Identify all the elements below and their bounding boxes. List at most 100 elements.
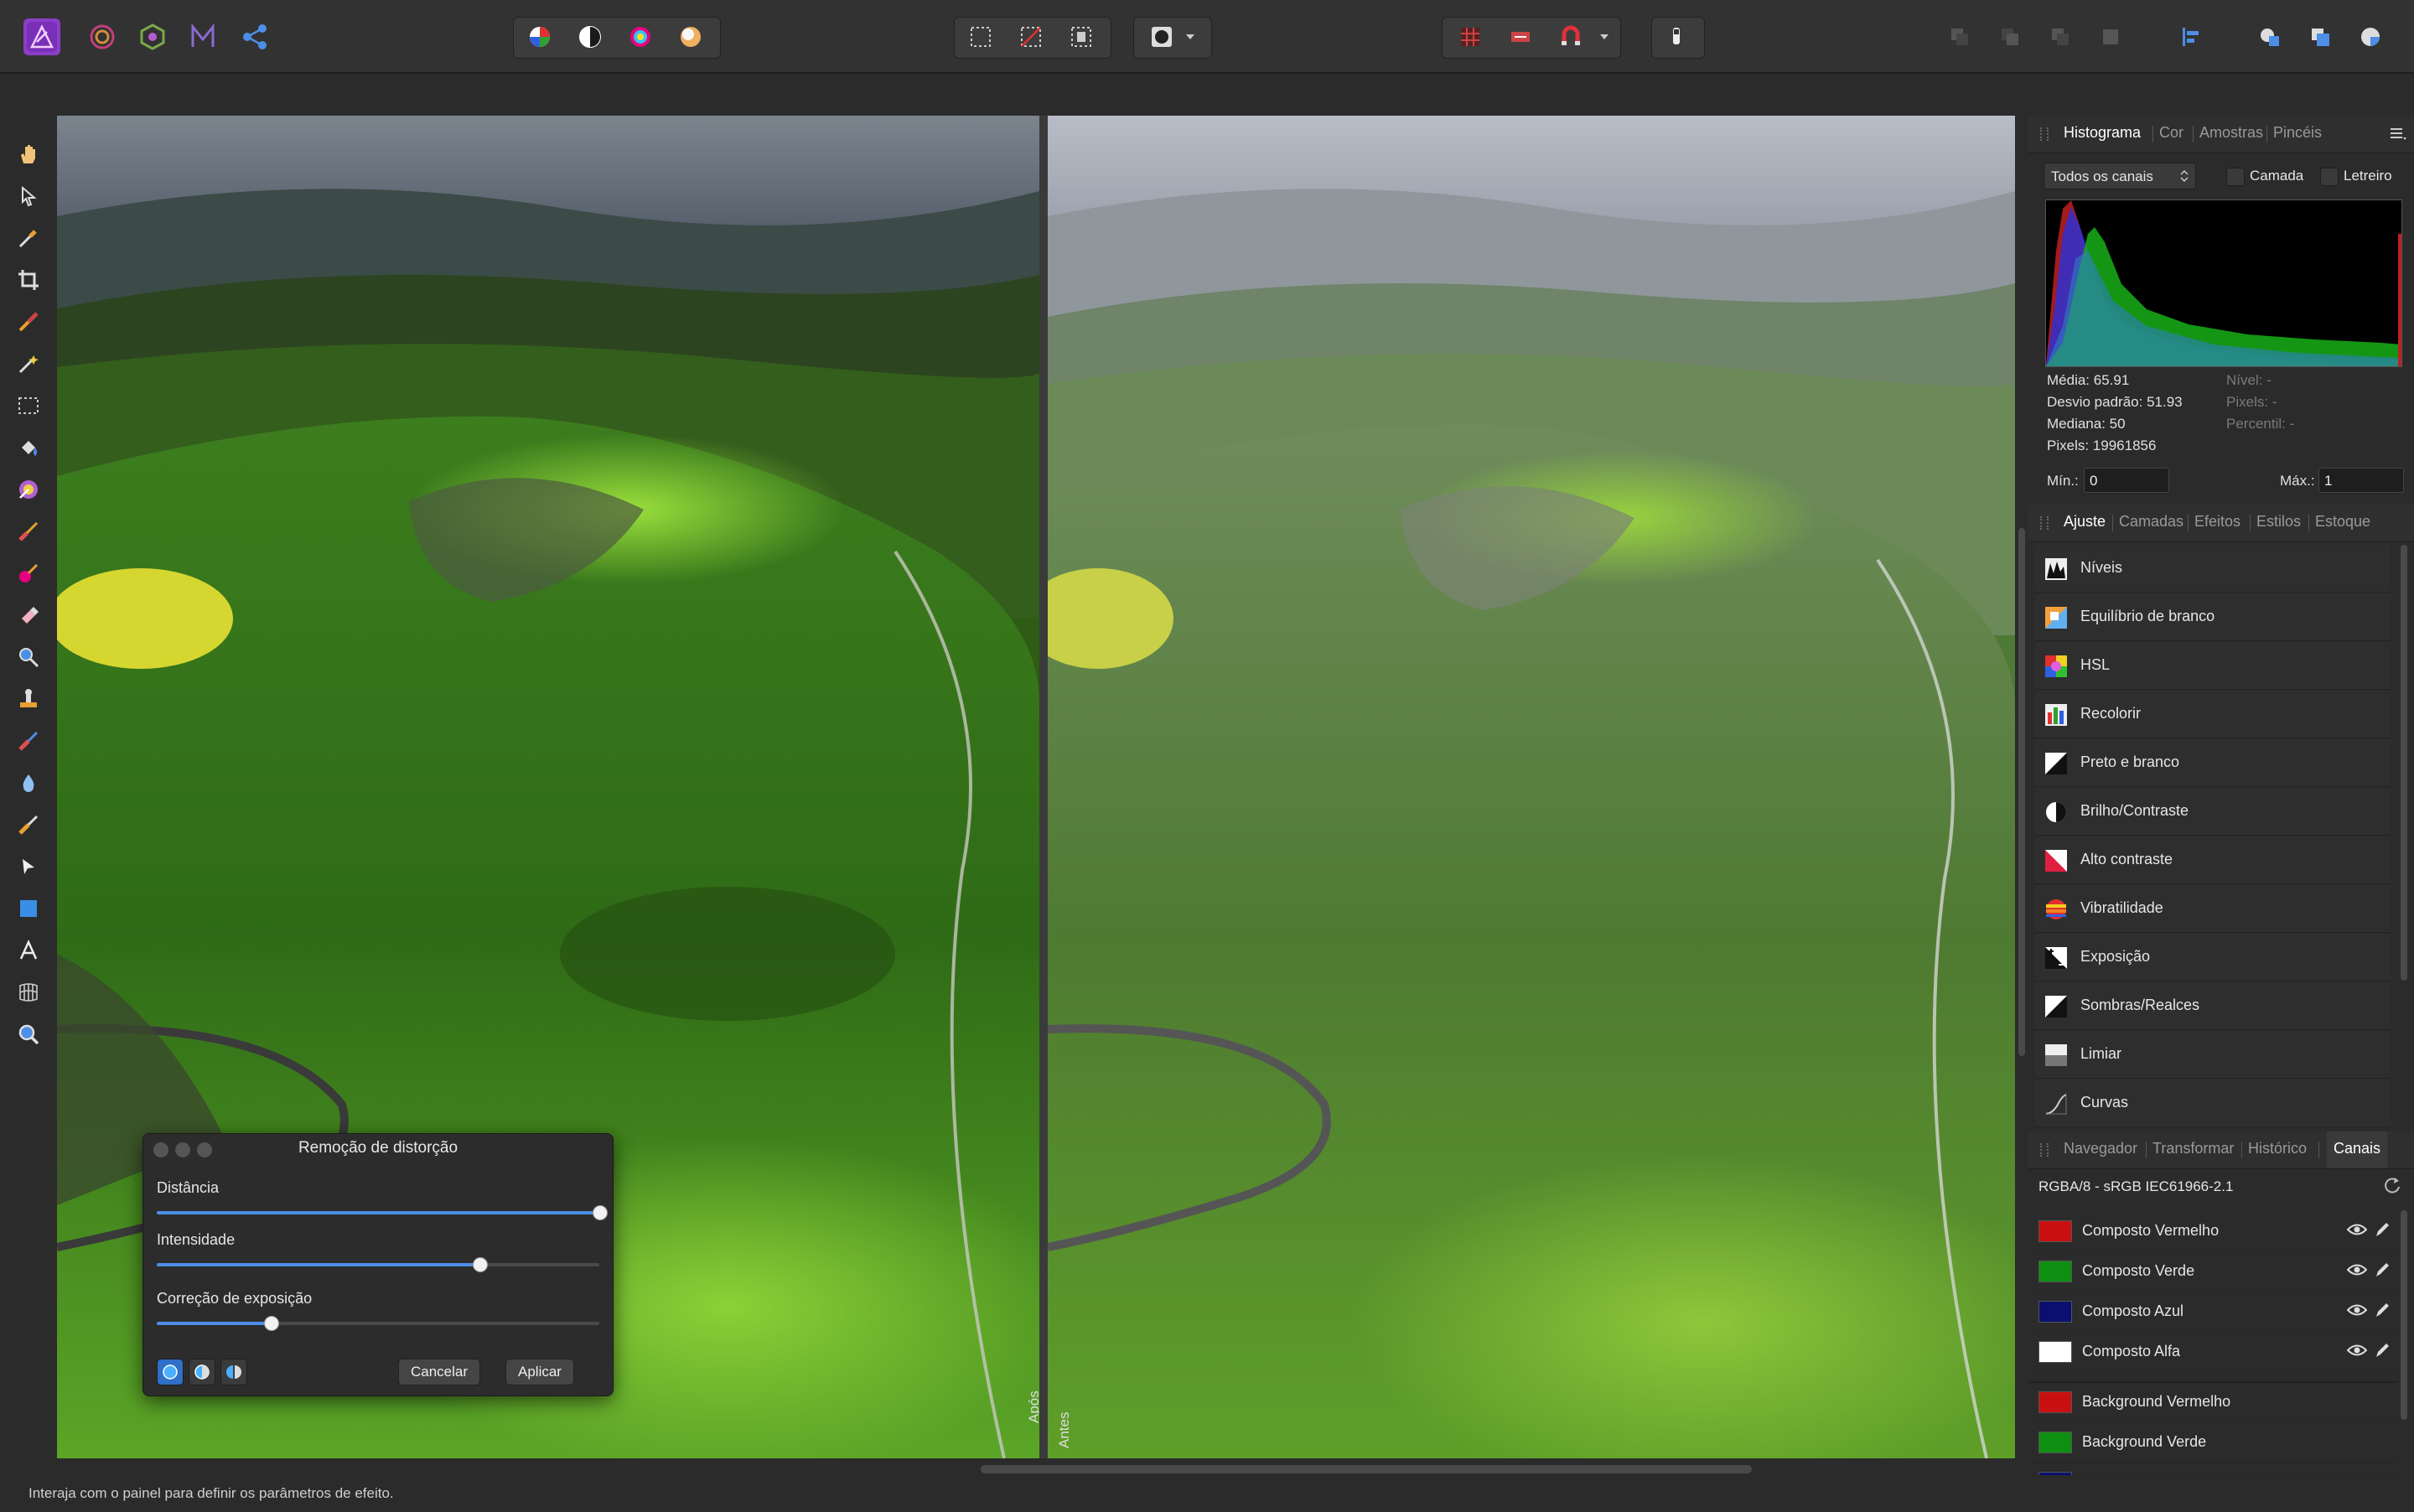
apply-button[interactable]: Aplicar bbox=[505, 1359, 574, 1385]
export-persona-icon[interactable] bbox=[236, 18, 273, 55]
develop-persona-icon[interactable] bbox=[134, 18, 171, 55]
adjustment-brightness-contrast[interactable]: Brilho/Contraste bbox=[2035, 788, 2391, 836]
adjustment-curves[interactable]: Curvas bbox=[2035, 1080, 2391, 1127]
align-icon[interactable] bbox=[2173, 18, 2209, 55]
preview-after-icon[interactable] bbox=[157, 1359, 184, 1385]
max-input[interactable]: 1 bbox=[2318, 468, 2404, 493]
tab-histogram[interactable]: Histograma bbox=[2064, 124, 2141, 142]
affinity-photo-logo-icon[interactable] bbox=[23, 18, 60, 55]
layer-checkbox[interactable] bbox=[2226, 168, 2245, 186]
tone-mapping-persona-icon[interactable] bbox=[184, 18, 221, 55]
tab-effects[interactable]: Efeitos bbox=[2194, 513, 2240, 531]
adjustment-threshold[interactable]: Limiar bbox=[2035, 1031, 2391, 1079]
gradient-tool-icon[interactable] bbox=[12, 473, 45, 506]
channel-select[interactable]: Todos os canais bbox=[2044, 163, 2196, 189]
eye-icon[interactable] bbox=[2347, 1222, 2367, 1237]
adjustment-black-white[interactable]: Preto e branco bbox=[2035, 739, 2391, 787]
mesh-warp-tool-icon[interactable] bbox=[12, 976, 45, 1009]
quick-mask-icon[interactable] bbox=[1143, 18, 1180, 55]
tab-color[interactable]: Cor bbox=[2159, 124, 2183, 142]
auto-levels-icon[interactable] bbox=[521, 18, 558, 55]
boolean-intersect-icon[interactable] bbox=[2352, 18, 2389, 55]
tab-swatches[interactable]: Amostras bbox=[2199, 124, 2263, 142]
auto-colors-icon[interactable] bbox=[622, 18, 659, 55]
channel-row[interactable]: Composto Vermelho bbox=[2028, 1210, 2397, 1251]
select-all-icon[interactable] bbox=[962, 18, 999, 55]
erase-tool-icon[interactable] bbox=[12, 598, 45, 632]
blur-brush-tool-icon[interactable] bbox=[12, 766, 45, 800]
adjustment-levels[interactable]: Níveis bbox=[2035, 545, 2391, 593]
edit-pencil-icon[interactable] bbox=[2374, 1220, 2391, 1239]
color-replacement-tool-icon[interactable] bbox=[12, 557, 45, 590]
eye-icon[interactable] bbox=[2347, 1262, 2367, 1277]
dodge-tool-icon[interactable] bbox=[12, 640, 45, 674]
canvas-vertical-scrollbar[interactable] bbox=[2018, 528, 2025, 1056]
cancel-button[interactable]: Cancelar bbox=[398, 1359, 481, 1385]
tab-channels[interactable]: Canais bbox=[2327, 1131, 2388, 1168]
split-divider[interactable] bbox=[1039, 116, 1048, 1458]
adjustment-white-balance[interactable]: Equilíbrio de branco bbox=[2035, 593, 2391, 641]
tab-layers[interactable]: Camadas bbox=[2119, 513, 2183, 531]
adjustment-exposure[interactable]: Exposição bbox=[2035, 934, 2391, 981]
crop-tool-icon[interactable] bbox=[12, 263, 45, 297]
intensity-slider-knob[interactable] bbox=[473, 1257, 488, 1272]
flood-select-tool-icon[interactable] bbox=[12, 347, 45, 381]
boolean-add-icon[interactable] bbox=[2251, 18, 2288, 55]
auto-contrast-icon[interactable] bbox=[572, 18, 609, 55]
exposure-correction-slider[interactable] bbox=[157, 1316, 599, 1331]
arrange-back-icon[interactable] bbox=[1941, 18, 1978, 55]
marquee-tool-icon[interactable] bbox=[12, 389, 45, 422]
min-input[interactable]: 0 bbox=[2084, 468, 2169, 493]
canvas-horizontal-scrollbar[interactable] bbox=[981, 1465, 1752, 1473]
paint-brush-tool-icon[interactable] bbox=[12, 515, 45, 548]
arrange-front-icon[interactable] bbox=[2092, 18, 2129, 55]
adjustment-high-contrast[interactable]: Alto contraste bbox=[2035, 836, 2391, 884]
auto-white-balance-icon[interactable] bbox=[672, 18, 709, 55]
exposure-correction-slider-knob[interactable] bbox=[264, 1316, 279, 1331]
text-tool-icon[interactable] bbox=[12, 934, 45, 967]
selection-brush-tool-icon[interactable] bbox=[12, 305, 45, 339]
invert-selection-icon[interactable] bbox=[1063, 18, 1100, 55]
arrange-forward-icon[interactable] bbox=[2042, 18, 2079, 55]
mirror-view-icon[interactable] bbox=[220, 1359, 247, 1385]
edit-pencil-icon[interactable] bbox=[2374, 1261, 2391, 1279]
distance-slider-knob[interactable] bbox=[593, 1205, 608, 1220]
tab-brushes[interactable]: Pincéis bbox=[2273, 124, 2322, 142]
tab-adjustment[interactable]: Ajuste bbox=[2064, 513, 2106, 531]
channel-row[interactable] bbox=[2028, 1462, 2397, 1476]
channel-row[interactable]: Composto Azul bbox=[2028, 1291, 2397, 1332]
smudge-tool-icon[interactable] bbox=[12, 808, 45, 841]
hand-tool-icon[interactable] bbox=[12, 137, 45, 171]
eye-icon[interactable] bbox=[2347, 1343, 2367, 1358]
flood-fill-tool-icon[interactable] bbox=[12, 431, 45, 464]
snapping-magnet-icon[interactable] bbox=[1552, 18, 1589, 55]
marquee-checkbox[interactable] bbox=[2320, 168, 2339, 186]
tab-navigator[interactable]: Navegador bbox=[2064, 1140, 2137, 1157]
deselect-icon[interactable] bbox=[1013, 18, 1049, 55]
rectangle-tool-icon[interactable] bbox=[12, 892, 45, 925]
grid-icon[interactable] bbox=[1452, 18, 1489, 55]
tab-history[interactable]: Histórico bbox=[2248, 1140, 2307, 1157]
tab-styles[interactable]: Estilos bbox=[2256, 513, 2301, 531]
edit-pencil-icon[interactable] bbox=[2374, 1341, 2391, 1359]
channels-scrollbar[interactable] bbox=[2401, 1210, 2407, 1420]
assistant-icon[interactable] bbox=[1658, 18, 1695, 55]
adjustment-recolor[interactable]: Recolorir bbox=[2035, 691, 2391, 738]
liquify-persona-icon[interactable] bbox=[84, 18, 121, 55]
adjustment-shadows-highlights[interactable]: Sombras/Realces bbox=[2035, 982, 2391, 1030]
guides-icon[interactable] bbox=[1502, 18, 1539, 55]
node-tool-icon[interactable] bbox=[12, 850, 45, 883]
reset-icon[interactable] bbox=[2382, 1175, 2402, 1199]
distance-slider[interactable] bbox=[157, 1205, 608, 1220]
panel-grip-icon[interactable] bbox=[2040, 1143, 2049, 1157]
tab-transform[interactable]: Transformar bbox=[2152, 1140, 2234, 1157]
edit-pencil-icon[interactable] bbox=[2374, 1301, 2391, 1319]
adjustment-scrollbar[interactable] bbox=[2401, 545, 2407, 981]
panel-grip-icon[interactable] bbox=[2040, 127, 2049, 141]
panel-menu-icon[interactable] bbox=[2389, 126, 2407, 147]
channel-row[interactable]: Background Verde bbox=[2028, 1421, 2397, 1463]
eye-icon[interactable] bbox=[2347, 1302, 2367, 1318]
split-view-icon[interactable] bbox=[189, 1359, 215, 1385]
healing-brush-tool-icon[interactable] bbox=[12, 724, 45, 758]
boolean-subtract-icon[interactable] bbox=[2302, 18, 2339, 55]
